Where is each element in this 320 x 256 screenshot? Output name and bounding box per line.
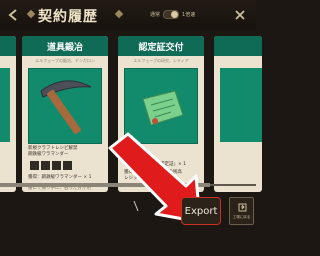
- return-button-label: 工場に戻る: [232, 215, 251, 219]
- return-button[interactable]: 工場に戻る: [229, 197, 254, 225]
- export-button[interactable]: Export: [181, 197, 221, 225]
- return-icon: [238, 203, 247, 212]
- export-button-label: Export: [184, 205, 218, 217]
